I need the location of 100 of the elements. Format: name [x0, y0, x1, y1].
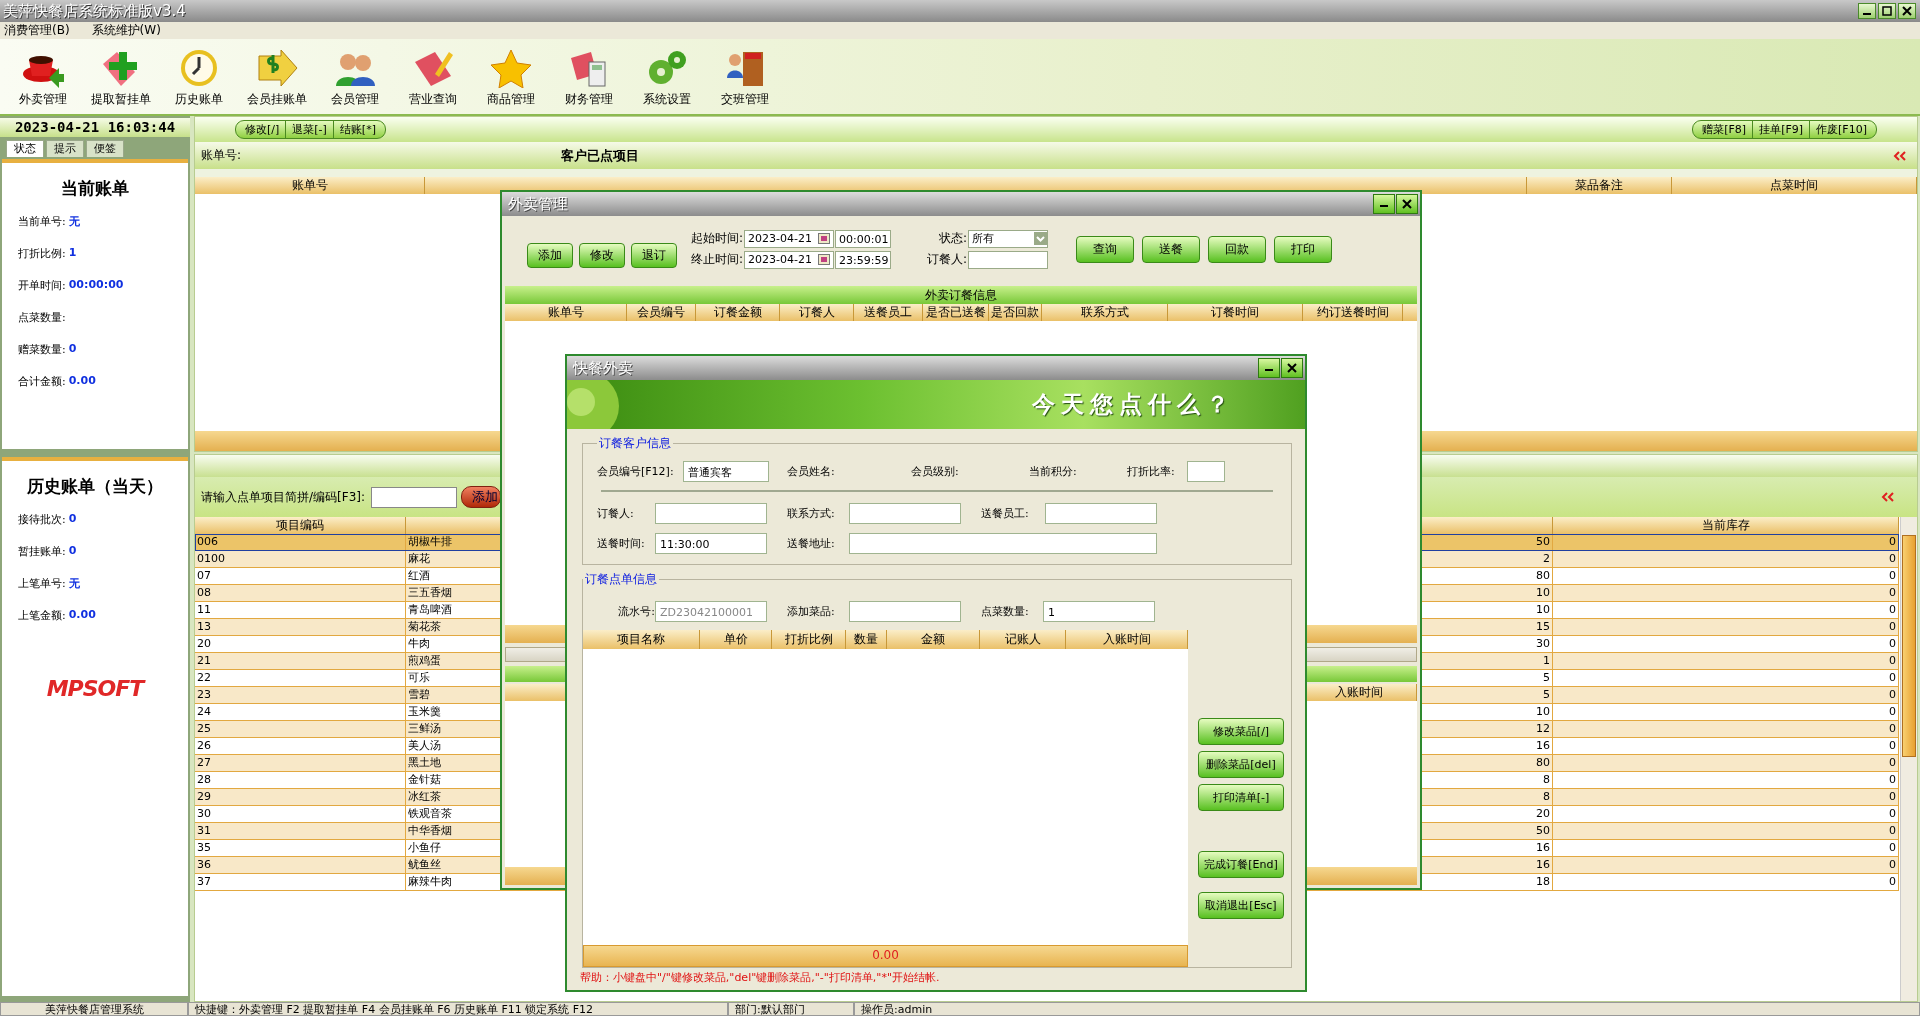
close-icon[interactable]: [1396, 194, 1418, 214]
field-label: 当前积分:: [1029, 463, 1078, 479]
table-cell: 30: [195, 806, 406, 822]
quantity-field[interactable]: 1: [1043, 600, 1155, 622]
toolbar-button[interactable]: 外卖管理: [4, 39, 82, 114]
courier-field[interactable]: [1045, 502, 1157, 524]
action-button[interactable]: 修改菜品[/]: [1198, 718, 1284, 745]
side-tab[interactable]: 提示: [46, 140, 84, 157]
toolbar-button[interactable]: 退菜[-]: [286, 121, 334, 138]
orderer-field[interactable]: [655, 502, 767, 524]
delivery-time-field[interactable]: 11:30:00: [655, 532, 767, 554]
table-cell: 36: [195, 857, 406, 873]
action-button[interactable]: 回款: [1208, 235, 1267, 263]
action-button[interactable]: 送餐: [1142, 235, 1201, 263]
collapse-icon[interactable]: [1893, 150, 1907, 161]
toolbar-button[interactable]: 系统设置: [628, 39, 706, 114]
action-button[interactable]: 修改: [579, 242, 625, 268]
table-cell: 0: [1553, 653, 1899, 669]
contact-field[interactable]: [849, 502, 961, 524]
table-cell: 0: [1553, 806, 1899, 822]
collapse-icon[interactable]: [1881, 492, 1895, 502]
time-field[interactable]: 23:59:59: [835, 250, 892, 269]
member-number-field[interactable]: 普通宾客: [683, 460, 769, 482]
field-label: 送餐地址:: [787, 535, 836, 551]
field-label: 订餐人:: [597, 505, 635, 521]
toolbar-button[interactable]: 营业查询: [394, 39, 472, 114]
date-field[interactable]: 2023-04-21: [744, 229, 835, 248]
field-label: 暂挂账单:: [18, 544, 66, 560]
window-title: 快餐外卖: [571, 358, 633, 378]
toolbar-button[interactable]: 赠菜[F8]: [1696, 121, 1754, 138]
search-label: 请输入点单项目简拼/编码[F3]:: [201, 488, 365, 506]
dropdown-caret-icon: [1034, 232, 1048, 245]
close-icon[interactable]: [1281, 358, 1303, 378]
date-field[interactable]: 2023-04-21: [744, 250, 835, 269]
add-button[interactable]: 添加: [461, 486, 501, 508]
table-cell: 0: [1553, 619, 1899, 635]
search-field[interactable]: [371, 486, 457, 508]
table-cell: 0100: [195, 551, 406, 567]
field-label: 送餐员工:: [981, 505, 1030, 521]
action-button[interactable]: 打印: [1274, 235, 1333, 263]
scrollbar[interactable]: [1900, 517, 1917, 1001]
table-cell: 27: [195, 755, 406, 771]
field-label: 状态:: [938, 230, 968, 247]
add-dish-field[interactable]: [849, 600, 961, 622]
action-button[interactable]: 添加: [527, 242, 573, 268]
table-cell: 0: [1553, 636, 1899, 652]
toolbar-button[interactable]: 会员挂账单: [238, 39, 316, 114]
toolbar-button[interactable]: 作废[F10]: [1810, 121, 1873, 138]
toolbar-button[interactable]: 提取暂挂单: [82, 39, 160, 114]
field-value: 0.00: [68, 608, 96, 623]
action-button[interactable]: 完成订餐[End]: [1198, 851, 1284, 878]
toolbar-button[interactable]: 历史账单: [160, 39, 238, 114]
field-label: 打折比例:: [18, 246, 66, 262]
status-dropdown[interactable]: 所有: [968, 229, 1049, 248]
field-label: 送餐时间:: [597, 535, 646, 551]
table-cell: 07: [195, 568, 406, 584]
table-cell: 0: [1553, 738, 1899, 754]
toolbar-button[interactable]: 会员管理: [316, 39, 394, 114]
address-field[interactable]: [849, 532, 1157, 554]
time-field[interactable]: 00:00:01: [835, 229, 892, 248]
side-tab[interactable]: 状态: [6, 140, 44, 157]
field-value: 0: [68, 544, 77, 559]
table-title: 外卖订餐信息: [505, 286, 1417, 304]
action-button[interactable]: 取消退出[Esc]: [1198, 892, 1284, 919]
toolbar-button[interactable]: 修改[/]: [239, 121, 287, 138]
toolbar-button[interactable]: 商品管理: [472, 39, 550, 114]
table-cell: 0: [1553, 840, 1899, 856]
logo: MPSOFT: [45, 676, 147, 701]
table-cell: 22: [195, 670, 406, 686]
table-cell: 0: [1553, 874, 1899, 890]
close-icon[interactable]: [1898, 3, 1916, 19]
table-cell: 13: [195, 619, 406, 635]
calendar-icon[interactable]: [818, 254, 831, 265]
field-label: 合计金额:: [18, 374, 66, 390]
minimize-icon[interactable]: [1258, 358, 1280, 378]
table-cell: 35: [195, 840, 406, 856]
action-button[interactable]: 删除菜品[del]: [1198, 751, 1284, 778]
table-cell: 006: [195, 534, 406, 550]
toolbar-button[interactable]: 挂单[F9]: [1753, 121, 1811, 138]
toolbar-button[interactable]: 交班管理: [706, 39, 784, 114]
toolbar-button[interactable]: 结账[*]: [333, 121, 382, 138]
bill-label: 账单号:: [201, 147, 243, 164]
menu-item[interactable]: 系统维护(W): [91, 22, 161, 39]
discount-field[interactable]: [1187, 460, 1225, 482]
minimize-icon[interactable]: [1373, 194, 1395, 214]
minimize-icon[interactable]: [1858, 3, 1876, 19]
status-text: 操作员:admin: [854, 1002, 1920, 1016]
action-button[interactable]: 退订: [631, 242, 677, 268]
table-cell: 0: [1553, 670, 1899, 686]
side-tab[interactable]: 便签: [86, 140, 124, 157]
maximize-icon[interactable]: [1878, 3, 1896, 19]
table-cell: 24: [195, 704, 406, 720]
table-cell: 0: [1553, 789, 1899, 805]
menu-item[interactable]: 消费管理(B): [4, 22, 70, 39]
action-button[interactable]: 查询: [1076, 235, 1135, 263]
calendar-icon[interactable]: [818, 233, 831, 244]
action-button[interactable]: 打印清单[-]: [1198, 784, 1284, 811]
orderer-field[interactable]: [968, 250, 1049, 269]
toolbar-button[interactable]: 财务管理: [550, 39, 628, 114]
field-label: 会员级别:: [911, 463, 960, 479]
